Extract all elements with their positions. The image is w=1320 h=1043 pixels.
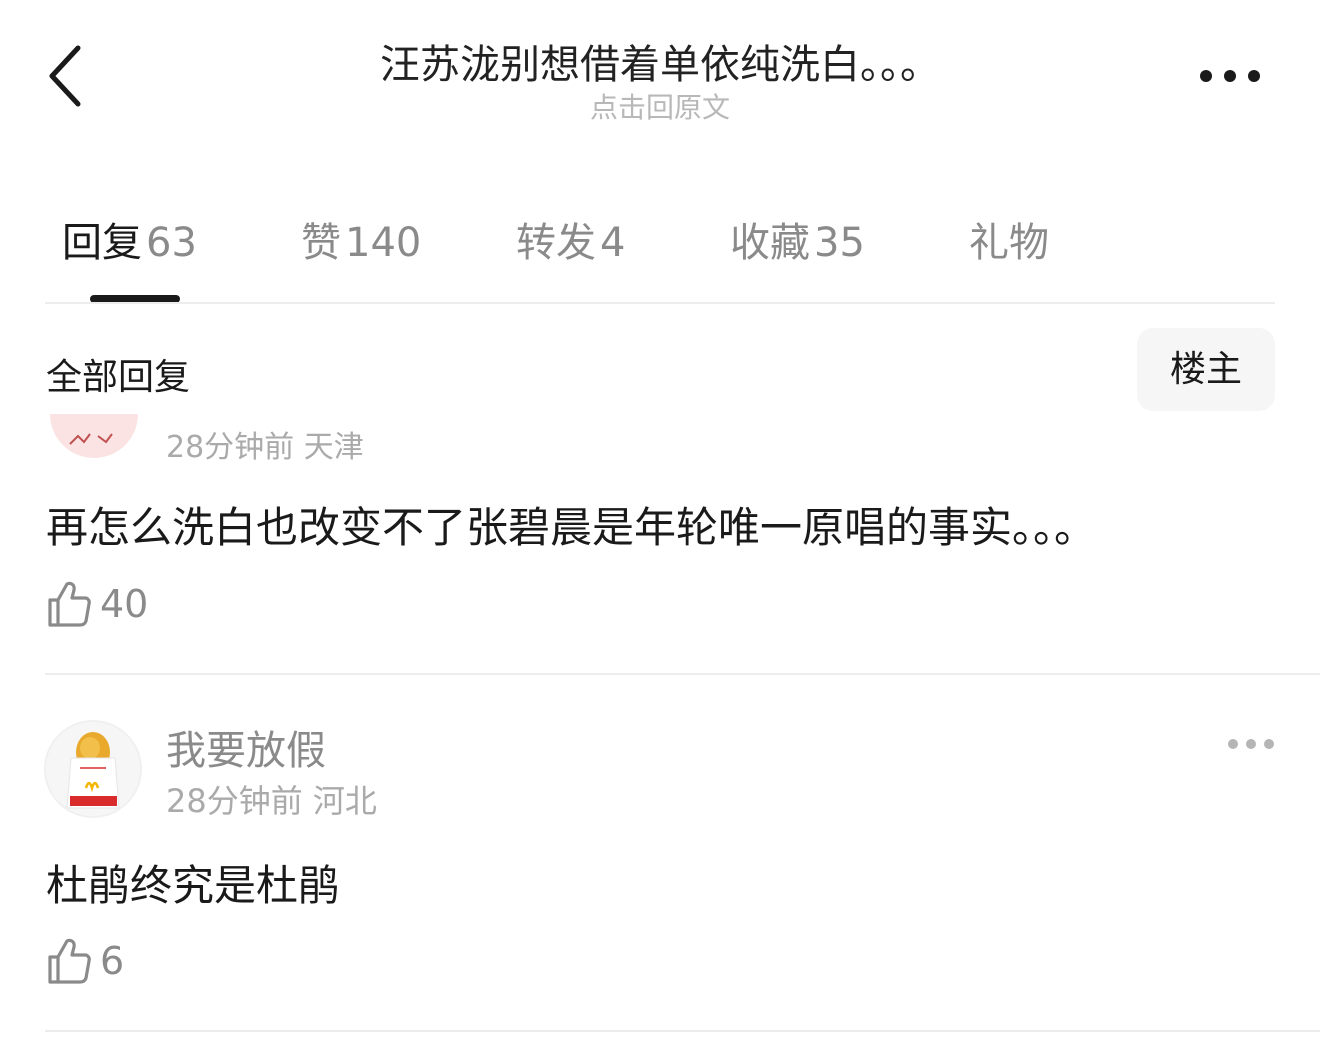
comment-more-button[interactable] (1226, 732, 1276, 756)
avatar[interactable] (44, 720, 142, 818)
username[interactable]: 我要放假 (166, 718, 326, 776)
tab-label: 赞 (301, 220, 341, 266)
tab-label: 转发 (516, 220, 596, 266)
tab-likes[interactable]: 赞 140 (301, 210, 421, 268)
tab-gifts[interactable]: 礼物 (969, 210, 1053, 268)
comment-text: 杜鹃终究是杜鹃 (46, 861, 341, 910)
tab-label: 收藏 (730, 220, 810, 266)
like-count: 40 (100, 582, 149, 626)
tab-label: 礼物 (969, 220, 1049, 266)
comment-header-clipped: 28分钟前 天津 (0, 414, 1320, 474)
like-button[interactable]: 6 (46, 937, 156, 987)
tab-count: 4 (600, 220, 626, 266)
tab-count: 35 (814, 220, 865, 266)
like-count: 6 (100, 939, 125, 983)
comment-meta: 28分钟前 河北 (166, 782, 377, 820)
more-horizontal-icon (1200, 70, 1260, 82)
comment-divider (45, 673, 1320, 675)
tab-label: 回复 (62, 220, 142, 266)
tab-replies[interactable]: 回复 63 (62, 210, 197, 268)
more-button[interactable] (1194, 56, 1266, 96)
tab-count: 63 (146, 220, 197, 266)
back-button[interactable] (40, 40, 96, 112)
thumbs-up-icon (48, 938, 91, 984)
back-to-original-link[interactable]: 点击回原文 (460, 86, 860, 126)
avatar[interactable] (50, 414, 138, 458)
more-horizontal-icon (1228, 739, 1274, 749)
like-button[interactable]: 40 (46, 580, 186, 630)
tab-favorites[interactable]: 收藏 35 (730, 210, 865, 268)
op-only-filter-button[interactable]: 楼主 (1137, 328, 1275, 411)
thumbs-up-icon (48, 581, 91, 627)
tabs-divider (45, 302, 1275, 304)
tab-reposts[interactable]: 转发 4 (516, 210, 625, 268)
chevron-left-icon (49, 45, 81, 107)
hash-brown-avatar-icon (46, 722, 140, 816)
comment-meta: 28分钟前 天津 (166, 430, 364, 465)
comment-text: 再怎么洗白也改变不了张碧晨是年轮唯一原唱的事实。。。 (46, 503, 1097, 552)
post-title: 汪苏泷别想借着单依纯洗白。。。 (380, 42, 940, 88)
all-replies-heading: 全部回复 (46, 357, 191, 398)
tab-count: 140 (345, 220, 422, 266)
tab-bar: 回复 63 赞 140 转发 4 收藏 35 礼物 (0, 210, 1320, 270)
comment-divider (45, 1030, 1320, 1032)
avatar-image-icon (69, 433, 113, 445)
